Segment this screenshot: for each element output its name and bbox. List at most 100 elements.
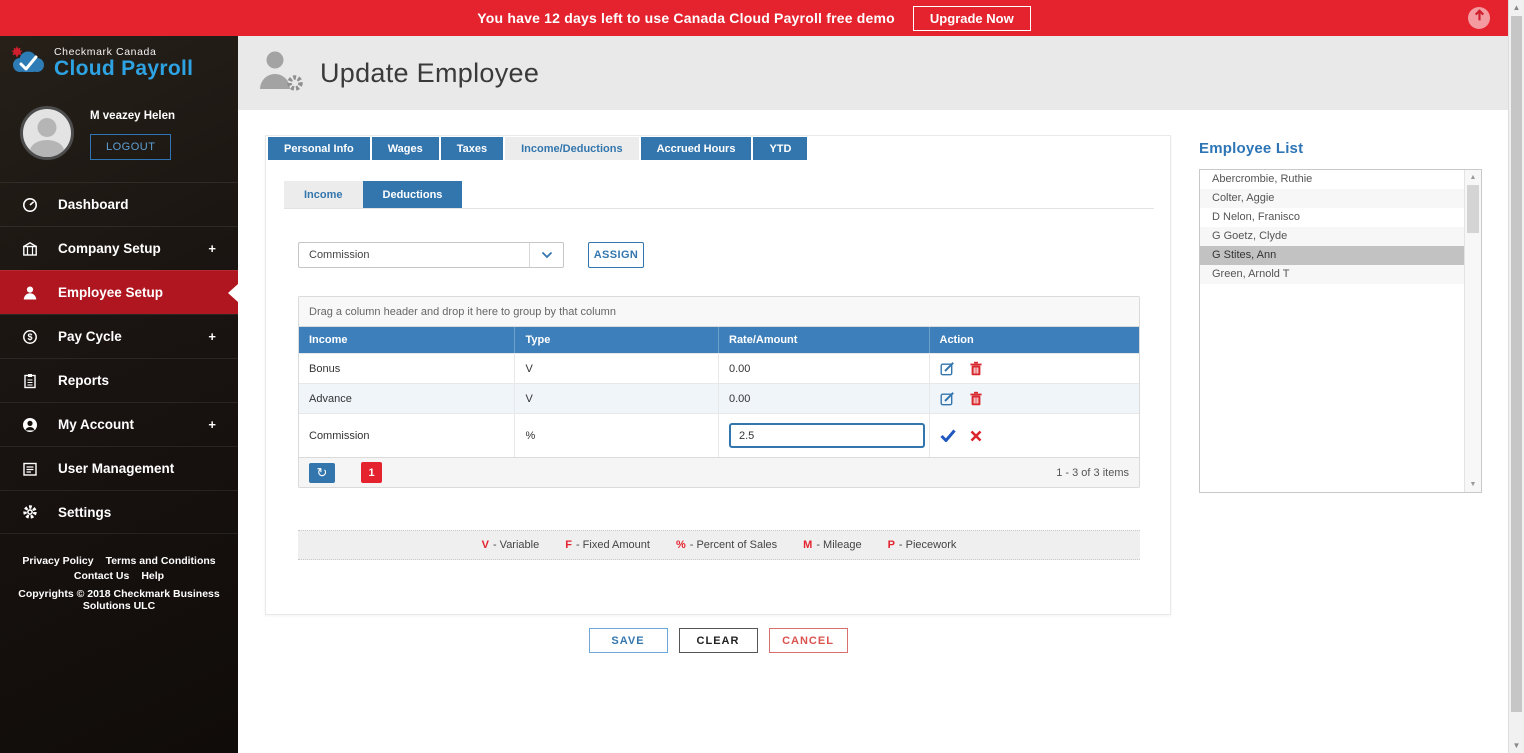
cell-income: Advance xyxy=(309,392,352,405)
column-header-income[interactable]: Income xyxy=(299,327,514,353)
sidebar-menu: Dashboard Company Setup + Employee Setup… xyxy=(0,182,238,534)
sidebar-item-company-setup[interactable]: Company Setup + xyxy=(0,226,238,270)
legend-item: P- Piecework xyxy=(887,539,957,551)
privacy-policy-link[interactable]: Privacy Policy xyxy=(22,554,93,568)
tab-wages[interactable]: Wages xyxy=(371,137,439,160)
contact-us-link[interactable]: Contact Us xyxy=(74,569,129,583)
cell-rate: 0.00 xyxy=(718,384,929,413)
income-dropdown[interactable]: Commission xyxy=(298,242,564,268)
legend-item: V- Variable xyxy=(481,539,540,551)
tab-ytd[interactable]: YTD xyxy=(753,137,808,160)
employee-list-scrollbar[interactable]: ▲ ▼ xyxy=(1464,170,1481,492)
cell-type: V xyxy=(514,384,718,413)
page-1-button[interactable]: 1 xyxy=(361,462,382,483)
logout-button[interactable]: LOGOUT xyxy=(90,134,172,160)
page-header: Update Employee xyxy=(238,36,1508,110)
trial-message: You have 12 days left to use Canada Clou… xyxy=(477,10,895,26)
employee-form-card: Personal Info Wages Taxes Income/Deducti… xyxy=(265,135,1171,615)
chevron-down-icon[interactable] xyxy=(529,243,563,267)
expand-plus-icon: + xyxy=(208,417,216,432)
rate-input[interactable] xyxy=(729,423,925,448)
svg-text:$: $ xyxy=(27,332,32,342)
dashboard-icon xyxy=(22,197,48,213)
sidebar-item-label: Dashboard xyxy=(58,197,129,212)
employee-list-box: Abercrombie, Ruthie Colter, Aggie D Nelo… xyxy=(1199,169,1482,493)
sidebar-item-label: Reports xyxy=(58,373,110,388)
page-scrollbar[interactable]: ▲ ▼ xyxy=(1508,0,1524,753)
account-circle-icon xyxy=(22,417,48,433)
edit-icon[interactable] xyxy=(940,361,955,376)
person-icon xyxy=(22,285,48,301)
grid-header-row: Income Type Rate/Amount Action xyxy=(299,327,1139,353)
scrollbar-thumb[interactable] xyxy=(1511,16,1522,712)
legend-item: M- Mileage xyxy=(803,539,862,551)
list-item[interactable]: Abercrombie, Ruthie xyxy=(1200,170,1464,189)
trash-icon[interactable] xyxy=(969,361,983,376)
cell-rate: 0.00 xyxy=(718,354,929,383)
sidebar-item-pay-cycle[interactable]: $ Pay Cycle + xyxy=(0,314,238,358)
list-item[interactable]: Colter, Aggie xyxy=(1200,189,1464,208)
table-row-editing: Commission % xyxy=(299,413,1139,457)
scrollbar-thumb[interactable] xyxy=(1467,185,1479,233)
sidebar-item-settings[interactable]: Settings xyxy=(0,490,238,534)
table-row: Bonus V 0.00 xyxy=(299,353,1139,383)
scrollbar-up-icon[interactable]: ▲ xyxy=(1465,174,1481,181)
column-header-rate-amount[interactable]: Rate/Amount xyxy=(718,327,929,353)
sidebar-item-reports[interactable]: Reports xyxy=(0,358,238,402)
terms-link[interactable]: Terms and Conditions xyxy=(106,554,216,568)
user-block: M veazey Helen LOGOUT xyxy=(0,90,238,180)
clipboard-icon xyxy=(22,373,48,389)
sidebar-item-my-account[interactable]: My Account + xyxy=(0,402,238,446)
employee-list-panel: Employee List Abercrombie, Ruthie Colter… xyxy=(1199,140,1482,493)
scrollbar-up-icon[interactable]: ▲ xyxy=(1509,3,1524,12)
upgrade-now-button[interactable]: Upgrade Now xyxy=(912,5,1031,31)
subtab-income[interactable]: Income xyxy=(284,181,363,208)
arrow-up-icon xyxy=(1473,9,1486,27)
user-management-icon xyxy=(22,461,48,477)
trash-icon[interactable] xyxy=(969,391,983,406)
cancel-x-icon[interactable] xyxy=(970,430,982,442)
assign-row: Commission ASSIGN xyxy=(298,242,644,268)
confirm-check-icon[interactable] xyxy=(939,429,956,442)
column-header-type[interactable]: Type xyxy=(514,327,718,353)
tab-accrued-hours[interactable]: Accrued Hours xyxy=(640,137,752,160)
scroll-to-top-button[interactable] xyxy=(1468,7,1490,29)
avatar xyxy=(20,106,74,160)
sidebar-item-dashboard[interactable]: Dashboard xyxy=(0,182,238,226)
list-item[interactable]: Green, Arnold T xyxy=(1200,265,1464,284)
app-logo[interactable]: Checkmark Canada Cloud Payroll xyxy=(0,36,238,90)
type-legend: V- Variable F- Fixed Amount % - Percent o… xyxy=(298,530,1140,560)
main-tabs: Personal Info Wages Taxes Income/Deducti… xyxy=(268,137,808,160)
sidebar-item-employee-setup[interactable]: Employee Setup xyxy=(0,270,238,314)
cell-income: Bonus xyxy=(309,362,341,375)
save-button[interactable]: SAVE xyxy=(588,628,668,653)
gear-icon xyxy=(22,504,48,520)
sidebar-item-user-management[interactable]: User Management xyxy=(0,446,238,490)
clear-button[interactable]: CLEAR xyxy=(678,628,758,653)
grid-pager: ↻ 1 1 - 3 of 3 items xyxy=(299,457,1139,487)
building-icon xyxy=(22,241,48,257)
scrollbar-down-icon[interactable]: ▼ xyxy=(1509,741,1524,750)
sidebar: Checkmark Canada Cloud Payroll M veazey … xyxy=(0,36,238,753)
cell-type: V xyxy=(514,354,718,383)
form-actions: SAVE CLEAR CANCEL xyxy=(265,628,1171,653)
list-item[interactable]: G Goetz, Clyde xyxy=(1200,227,1464,246)
tab-taxes[interactable]: Taxes xyxy=(440,137,504,160)
sidebar-item-label: Pay Cycle xyxy=(58,329,122,344)
edit-icon[interactable] xyxy=(940,391,955,406)
tab-income-deductions[interactable]: Income/Deductions xyxy=(505,137,639,160)
copyright-text: Copyrights © 2018 Checkmark Business Sol… xyxy=(18,588,220,612)
list-item-selected[interactable]: G Stites, Ann xyxy=(1200,246,1464,265)
logo-cloud-checkmark-icon xyxy=(8,45,50,82)
refresh-icon[interactable]: ↻ xyxy=(309,462,335,483)
scrollbar-down-icon[interactable]: ▼ xyxy=(1465,481,1481,488)
help-link[interactable]: Help xyxy=(141,569,164,583)
legend-item: % - Percent of Sales xyxy=(675,539,778,551)
list-item[interactable]: D Nelon, Franisco xyxy=(1200,208,1464,227)
assign-button[interactable]: ASSIGN xyxy=(588,242,644,268)
subtab-deductions[interactable]: Deductions xyxy=(362,181,463,208)
tab-personal-info[interactable]: Personal Info xyxy=(268,137,370,160)
cancel-button[interactable]: CANCEL xyxy=(768,628,848,653)
sidebar-item-label: Employee Setup xyxy=(58,285,164,300)
column-header-action[interactable]: Action xyxy=(928,327,1140,353)
